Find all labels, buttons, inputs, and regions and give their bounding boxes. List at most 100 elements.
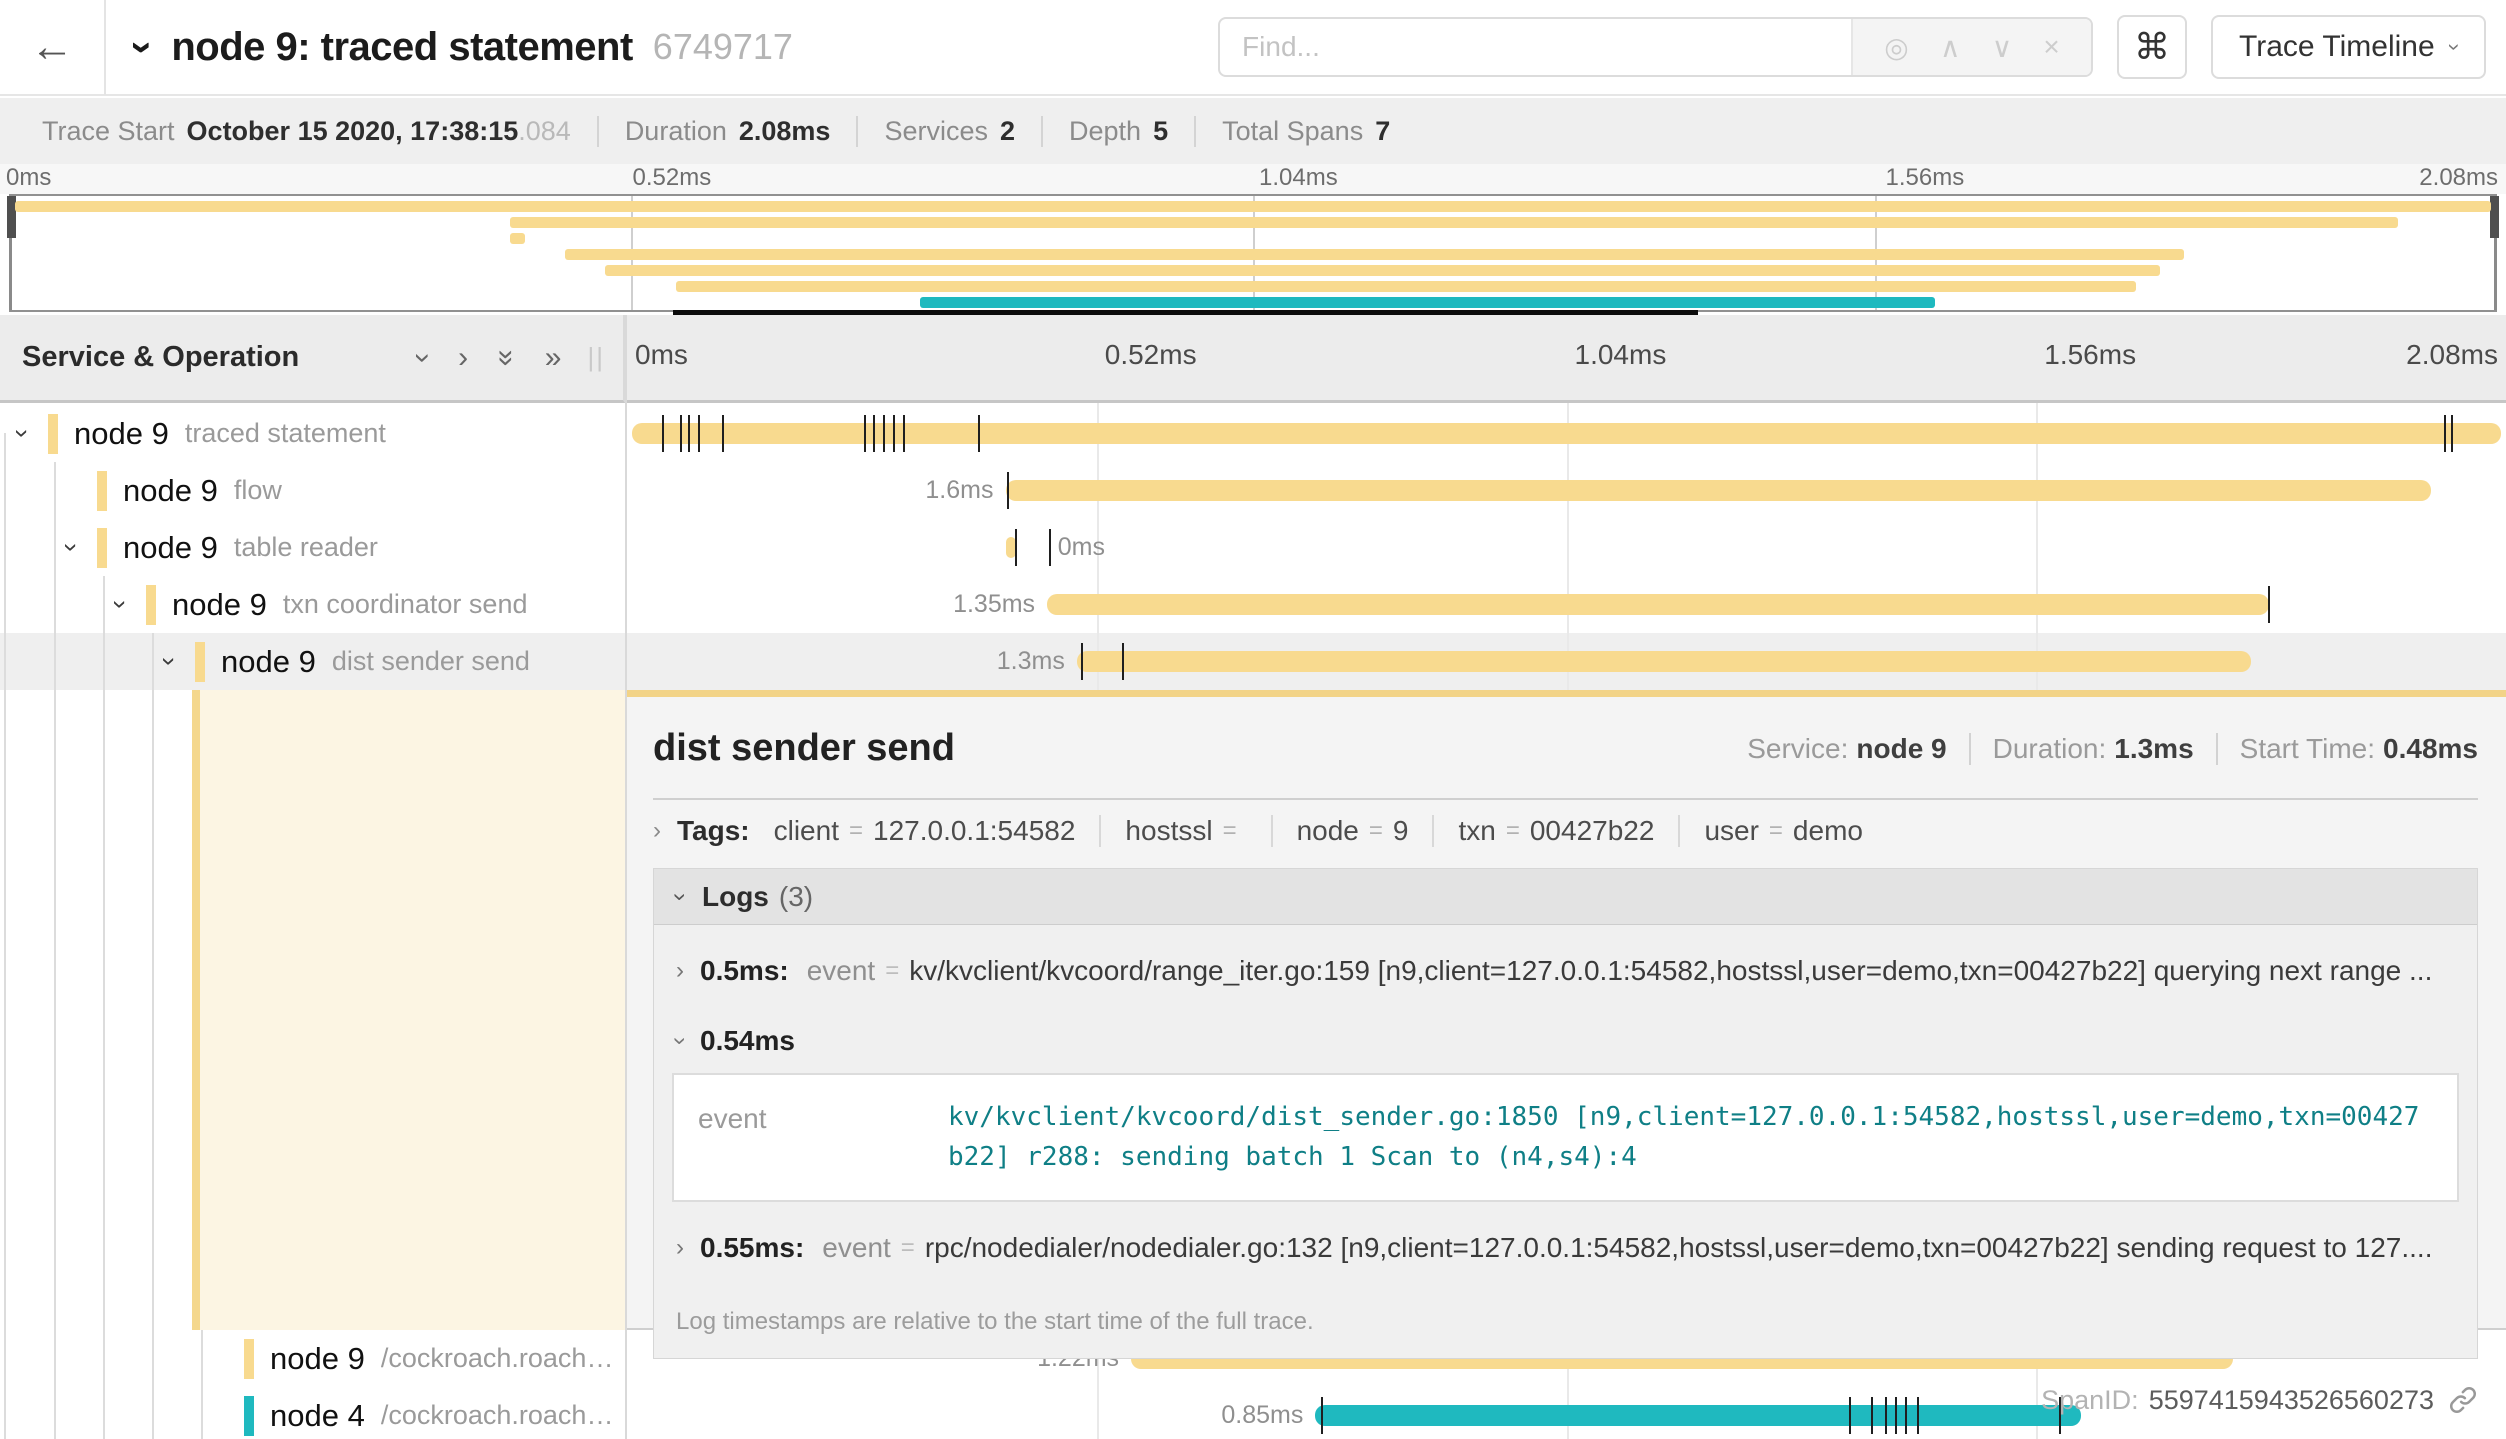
log-equals: = <box>885 957 899 985</box>
logs-header[interactable]: ›Logs(3) <box>654 869 2477 925</box>
tree-guide-line <box>103 576 105 1439</box>
log-entry[interactable]: ›0.5ms:event=kv/kvclient/kvcoord/range_i… <box>654 925 2477 1011</box>
span-collapse-chevron-icon[interactable]: › <box>67 532 97 563</box>
minimap-tick-label: 1.04ms <box>1253 164 1338 192</box>
summary-item: Total Spans 7 <box>1194 116 1416 147</box>
log-event-tick <box>2268 586 2270 623</box>
span-tag[interactable]: node=9 <box>1271 815 1433 847</box>
span-collapse-chevron-icon[interactable]: › <box>18 418 48 449</box>
span-service-name: node 9 <box>221 644 316 680</box>
tag-value: 127.0.0.1:54582 <box>873 815 1075 847</box>
log-entry-expanded-header[interactable]: ›0.54ms <box>654 1011 2477 1073</box>
next-result-icon[interactable]: ∨ <box>1992 31 2013 64</box>
view-selector-label: Trace Timeline <box>2239 30 2435 64</box>
detail-meta: Service:node 9Duration:1.3msStart Time:0… <box>1725 733 2478 765</box>
minimap-span-bar <box>565 249 2183 260</box>
summary-label: Trace Start <box>42 116 175 147</box>
selected-span-side-band <box>192 690 625 1330</box>
tag-key: hostssl <box>1125 815 1212 847</box>
minimap-left-scrubber[interactable] <box>9 196 12 310</box>
service-operation-header: Service & Operation › › » » || <box>0 315 625 403</box>
find-input[interactable] <box>1220 19 1851 75</box>
span-duration-bar[interactable] <box>1077 651 2251 672</box>
span-operation-name: /cockroach.roachpb.I... <box>381 1343 625 1374</box>
span-color-chip <box>146 585 156 625</box>
span-operation-name: flow <box>234 475 282 506</box>
span-row-service[interactable]: ›node 9txn coordinator send <box>0 576 625 633</box>
detail-meta-item: Start Time:0.48ms <box>2216 733 2478 765</box>
tags-row[interactable]: ›Tags:client=127.0.0.1:54582hostssl=node… <box>653 800 2478 862</box>
minimap-right-grip[interactable] <box>2490 196 2499 238</box>
span-collapse-chevron-icon[interactable]: › <box>116 589 146 620</box>
span-tag[interactable]: txn=00427b22 <box>1432 815 1678 847</box>
page-title: node 9: traced statement <box>171 25 632 70</box>
log-event-tick <box>2444 415 2446 452</box>
log-event-tick <box>864 415 866 452</box>
collapse-one-icon[interactable]: › <box>406 353 440 363</box>
tags-expand-chevron-icon[interactable]: › <box>653 817 661 845</box>
deep-link-icon[interactable] <box>2448 1385 2478 1415</box>
span-id-value: 5597415943526560273 <box>2149 1385 2434 1416</box>
expand-one-icon[interactable]: › <box>458 341 468 375</box>
summary-value: 7 <box>1375 116 1390 147</box>
minimap-tick-label: 2.08ms <box>2419 164 2498 192</box>
minimap-tick-label: 0ms <box>0 164 51 192</box>
locate-icon[interactable]: ◎ <box>1884 31 1908 64</box>
span-tag[interactable]: hostssl= <box>1099 815 1270 847</box>
detail-title: dist sender send <box>653 727 1725 770</box>
back-button[interactable]: ← <box>0 0 106 95</box>
span-duration-label: 0ms <box>1058 519 1105 576</box>
log-field-value-mono: kv/kvclient/kvcoord/dist_sender.go:1850 … <box>948 1097 2433 1178</box>
span-row-timeline[interactable]: 1.6ms <box>627 462 2506 519</box>
tag-key: txn <box>1458 815 1495 847</box>
span-rows-region: ›node 9traced statementnode 9flow1.6ms›n… <box>0 403 2506 1439</box>
span-duration-bar[interactable] <box>1047 594 2269 615</box>
span-tag[interactable]: user=demo <box>1678 815 1887 847</box>
tag-value: 00427b22 <box>1530 815 1655 847</box>
minimap-graph[interactable] <box>9 194 2497 312</box>
prev-result-icon[interactable]: ∧ <box>1940 31 1961 64</box>
span-duration-bar[interactable] <box>1006 480 2432 501</box>
minimap-right-scrubber[interactable] <box>2494 196 2497 310</box>
selected-span-guide-line <box>192 690 200 1330</box>
collapse-all-icon[interactable]: » <box>489 349 523 366</box>
detail-meta-item: Duration:1.3ms <box>1969 733 2216 765</box>
column-resize-handle[interactable]: || <box>587 342 605 373</box>
span-row-timeline[interactable]: 1.35ms <box>627 576 2506 633</box>
keyboard-shortcuts-button[interactable]: ⌘ <box>2117 15 2187 79</box>
log-event-tick <box>1015 529 1017 566</box>
span-row-service[interactable]: ›node 9traced statement <box>0 405 625 462</box>
span-row-timeline[interactable] <box>627 405 2506 462</box>
back-arrow-icon: ← <box>30 22 74 72</box>
clear-search-icon[interactable]: × <box>2043 31 2059 63</box>
span-service-name: node 9 <box>270 1341 365 1377</box>
minimap-span-bar <box>676 281 2135 292</box>
span-row-service[interactable]: ›node 9table reader <box>0 519 625 576</box>
view-selector-button[interactable]: Trace Timeline › <box>2211 15 2486 79</box>
detail-header: dist sender sendService:node 9Duration:1… <box>653 727 2478 770</box>
span-row-service[interactable]: node 9/cockroach.roachpb.I... <box>0 1330 625 1387</box>
summary-label: Total Spans <box>1222 116 1363 147</box>
span-row-timeline[interactable]: 0ms <box>627 519 2506 576</box>
minimap-span-bar <box>605 265 2160 276</box>
expand-all-icon[interactable]: » <box>545 341 562 375</box>
span-operation-name: /cockroach.roachpb.I... <box>381 1400 625 1431</box>
minimap-tick-label: 1.56ms <box>1880 164 1965 192</box>
timeline-tick-label: 2.08ms <box>2406 339 2498 371</box>
log-event-tick <box>1049 529 1051 566</box>
span-row-service[interactable]: node 4/cockroach.roachpb.I... <box>0 1387 625 1439</box>
summary-label: Duration <box>625 116 727 147</box>
log-entry[interactable]: ›0.55ms:event=rpc/nodedialer/nodedialer.… <box>654 1202 2477 1288</box>
minimap-span-bar <box>15 201 2491 212</box>
span-collapse-chevron-icon[interactable]: › <box>165 646 195 677</box>
span-row-service[interactable]: node 9flow <box>0 462 625 519</box>
log-field-value: kv/kvclient/kvcoord/range_iter.go:159 [n… <box>909 955 2457 987</box>
span-row-timeline[interactable]: 1.3ms <box>627 633 2506 690</box>
span-row-service[interactable]: ›node 9dist sender send <box>0 633 625 690</box>
span-detail-panel: dist sender sendService:node 9Duration:1… <box>627 690 2506 1330</box>
trace-collapse-chevron-icon[interactable]: › <box>120 40 165 53</box>
span-duration-bar[interactable] <box>632 423 2502 444</box>
span-tag[interactable]: client=127.0.0.1:54582 <box>774 815 1100 847</box>
summary-value-suffix: .084 <box>518 116 571 146</box>
detail-meta-value: 1.3ms <box>2114 733 2193 764</box>
